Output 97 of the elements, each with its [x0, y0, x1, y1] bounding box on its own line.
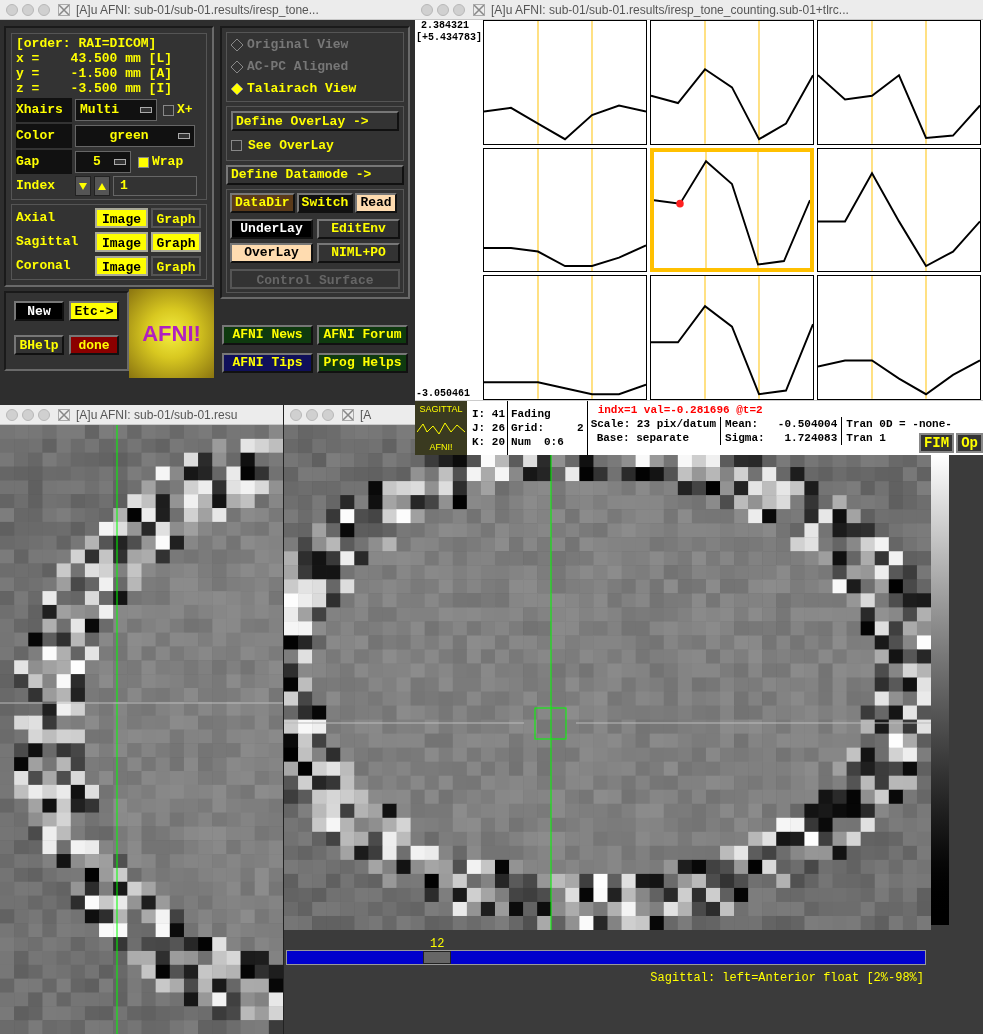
timeseries-graph[interactable] — [817, 275, 981, 400]
timeseries-graph[interactable] — [483, 20, 647, 145]
color-dropdown[interactable]: green — [75, 125, 195, 147]
session-button[interactable]: New — [14, 301, 64, 321]
x11-icon — [342, 408, 354, 421]
coordinate-text: y = -1.500 mm [A] — [16, 66, 174, 81]
slice-number: 12 — [430, 937, 445, 951]
graph-view-button[interactable]: Graph — [151, 232, 201, 252]
radio-icon — [231, 83, 243, 95]
graph-view-button[interactable]: Graph — [151, 208, 201, 228]
index-field[interactable]: 1 — [113, 176, 197, 196]
image-view-button[interactable]: Image — [95, 232, 148, 252]
radio-icon — [231, 61, 243, 73]
dropdown-icon — [114, 159, 126, 165]
session-button[interactable]: BHelp — [14, 335, 64, 355]
define-datamode-button[interactable]: Define Datamode -> — [226, 164, 404, 185]
checkbox-label: Wrap — [152, 153, 184, 172]
timeseries-graph[interactable] — [817, 147, 981, 273]
view-label: Coronal — [16, 257, 72, 276]
help-button[interactable]: AFNI Tips — [222, 352, 313, 373]
transform-text: Tran 1 — [846, 431, 886, 445]
layer-button[interactable]: EditEnv — [317, 218, 400, 239]
session-button[interactable]: Etc-> — [69, 301, 120, 321]
timeseries-graph[interactable] — [483, 147, 647, 273]
timeseries-graph[interactable] — [650, 20, 814, 145]
statistic-text: Mean: -0.504004 — [725, 417, 838, 431]
field-label: Gap — [16, 150, 72, 174]
axis-range-label: [+5.434783] — [415, 32, 482, 44]
graph-setting: Num 0:6 — [511, 435, 565, 449]
view-label: Sagittal — [16, 233, 80, 252]
transform-text: Tran 0D = -none- — [846, 417, 952, 431]
status-bar-button[interactable]: Op — [956, 433, 983, 453]
coordinate-text: x = 43.500 mm [L] — [16, 51, 174, 66]
axis-max-label: 2.384321 — [420, 20, 469, 32]
dropdown-icon — [178, 133, 190, 139]
up-arrow-icon — [98, 182, 106, 190]
help-button[interactable]: AFNI Forum — [317, 324, 408, 345]
thumbnail-label: AFNI! — [429, 441, 453, 454]
field-label: Color — [16, 124, 72, 148]
layer-button[interactable]: NIML+PO — [317, 242, 400, 263]
help-button[interactable]: AFNI News — [222, 324, 313, 345]
window-title: [A]u AFNI: sub-01/sub-01.results/iresp_tone_counting.sub-01+tlrc... — [491, 1, 849, 19]
view-radio[interactable]: Talairach View — [231, 80, 399, 98]
checkbox-label: X+ — [177, 101, 193, 120]
define-overlay-button[interactable]: Define OverLay -> — [231, 111, 399, 131]
layer-button[interactable]: OverLay — [230, 242, 313, 263]
scale-text: Scale: 23 pix/datum — [590, 417, 717, 431]
slider-track[interactable] — [286, 950, 926, 965]
timeseries-graph[interactable] — [650, 275, 814, 400]
session-button[interactable]: done — [69, 335, 120, 355]
decrement-button[interactable] — [75, 176, 91, 196]
x11-icon — [58, 3, 70, 16]
field-label: Index — [16, 177, 56, 196]
layer-button[interactable]: UnderLay — [230, 218, 313, 239]
status-bar-button[interactable]: FIM — [918, 433, 955, 453]
timeseries-graph[interactable] — [817, 20, 981, 145]
image-view-button[interactable]: Image — [95, 208, 148, 228]
window-title: [A]u AFNI: sub-01/sub-01.results/iresp_tone... — [76, 1, 319, 19]
base-text: Base: separate — [595, 431, 691, 445]
graph-setting: Grid: 2 — [511, 421, 584, 435]
datamode-button[interactable]: DataDir — [230, 192, 295, 213]
timeseries-graph[interactable] — [483, 275, 647, 400]
field-label: Xhairs — [16, 98, 72, 122]
view-label: Axial — [16, 209, 56, 228]
coordinate-text: [order: RAI=DICOM] — [16, 36, 158, 51]
thumbnail-label: SAGITTAL — [419, 403, 463, 416]
waveform-icon — [417, 420, 465, 436]
graph-setting: Fading — [511, 407, 552, 421]
x11-icon — [58, 408, 70, 421]
xhairs-dropdown[interactable]: Multi — [75, 99, 157, 121]
slider-thumb[interactable] — [422, 951, 451, 964]
voxel-index: I: 41 — [472, 407, 505, 421]
coordinate-text: z = -3.500 mm [I] — [16, 81, 174, 96]
statistic-text: Sigma: 1.724083 — [725, 431, 838, 445]
help-button[interactable]: Prog Helps — [317, 352, 408, 373]
down-arrow-icon — [79, 182, 87, 190]
dropdown-icon — [140, 107, 152, 113]
graph-view-button[interactable]: Graph — [151, 256, 201, 276]
axis-min-label: -3.050461 — [415, 388, 470, 400]
xplus-checkbox[interactable] — [163, 104, 174, 116]
logo-text: AFNI! — [142, 320, 201, 348]
x11-icon — [473, 3, 485, 16]
checkbox-label: See OverLay — [248, 137, 334, 155]
gap-dropdown[interactable]: 5 — [75, 151, 131, 173]
image-view-button[interactable]: Image — [95, 256, 148, 276]
value-readout: indx=1 val=-0.281696 @t=2 — [596, 403, 764, 417]
window-title: [A]u AFNI: sub-01/sub-01.resu — [76, 406, 238, 424]
radio-icon — [231, 39, 243, 51]
wrap-checkbox[interactable] — [138, 156, 149, 168]
see-overlay-checkbox[interactable] — [231, 140, 242, 152]
datamode-button[interactable]: Read — [355, 192, 397, 213]
voxel-index: J: 26 — [472, 421, 505, 435]
window-title: [A — [360, 406, 372, 424]
increment-button[interactable] — [94, 176, 110, 196]
slider-caption: Sagittal: left=Anterior float [2%-98%] — [650, 970, 924, 987]
datamode-button[interactable]: Switch — [296, 192, 354, 213]
voxel-index: K: 20 — [472, 435, 505, 449]
